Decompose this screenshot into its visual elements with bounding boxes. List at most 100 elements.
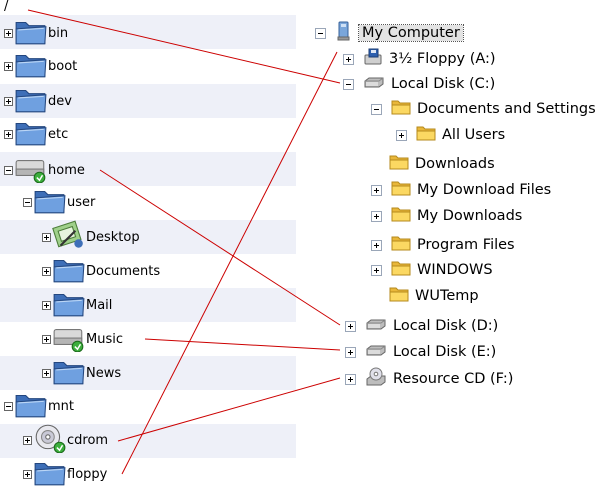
expand-icon[interactable] [345,346,356,358]
left-tree-label: cdrom [67,432,109,448]
folder-icon [391,99,411,119]
cd-drive-icon [365,367,387,391]
expand-icon[interactable] [371,210,382,222]
right-tree-item-local-disk-d[interactable]: Local Disk (D:) [345,314,498,338]
expand-icon[interactable] [4,96,13,106]
left-tree-item-bin[interactable]: bin [4,17,68,49]
collapse-icon[interactable] [4,165,13,175]
drive-icon [14,153,48,187]
right-tree-label: 3½ Floppy (A:) [389,51,496,67]
folder-icon [389,154,409,174]
left-tree-item-documents[interactable]: Documents [42,255,160,287]
folder-icon [14,117,48,151]
collapse-icon[interactable] [371,103,382,115]
left-tree-label: Desktop [86,229,140,245]
left-tree-item-home[interactable]: home [4,154,85,186]
expand-icon[interactable] [42,368,51,378]
right-tree-item-all-users[interactable]: All Users [396,123,505,147]
expand-icon[interactable] [23,435,32,445]
right-tree-label: My Downloads [417,208,523,224]
right-tree-label: My Download Files [417,182,552,198]
right-tree-label: My Computer [358,24,464,42]
right-tree-item-local-disk-e[interactable]: Local Disk (E:) [345,340,496,364]
left-tree-item-etc[interactable]: etc [4,118,68,150]
left-tree-item-user[interactable]: user [23,186,95,218]
right-tree-label: Local Disk (C:) [391,76,496,92]
right-tree-label: Local Disk (E:) [393,344,497,360]
collapse-icon[interactable] [4,401,13,411]
right-tree-item-my-computer[interactable]: My Computer [315,21,464,45]
left-tree-label: etc [48,126,69,142]
left-tree-item-mnt[interactable]: mnt [4,390,74,422]
right-tree-item-3-floppy-a[interactable]: 3½ Floppy (A:) [343,47,496,71]
expand-icon[interactable] [371,264,382,276]
right-tree-item-wutemp[interactable]: WUTemp [389,284,479,308]
expand-icon[interactable] [371,239,382,251]
collapse-icon[interactable] [343,78,354,90]
desktop-icon [52,220,86,254]
left-tree-item-mail[interactable]: Mail [42,289,112,321]
left-tree-item-news[interactable]: News [42,357,121,389]
left-tree-item-music[interactable]: Music [42,323,123,355]
expand-icon[interactable] [23,469,32,479]
right-tree-label: Resource CD (F:) [393,371,514,387]
folder-icon [14,389,48,423]
expand-icon[interactable] [42,266,51,276]
right-tree-item-local-disk-c[interactable]: Local Disk (C:) [343,72,495,96]
folder-icon [14,16,48,50]
expand-icon[interactable] [4,28,13,38]
folder-icon [391,235,411,255]
expand-icon[interactable] [42,334,51,344]
left-tree-label: News [86,365,122,381]
right-tree-label: Downloads [415,156,495,172]
left-tree-item-boot[interactable]: boot [4,50,77,82]
left-tree-item-cdrom[interactable]: cdrom [23,424,108,456]
root-label: / [4,0,9,14]
folder-icon [391,260,411,280]
left-tree-label: floppy [67,466,108,482]
expand-icon[interactable] [42,232,51,242]
folder-icon [52,356,86,390]
folder-icon [391,206,411,226]
collapse-icon[interactable] [23,197,32,207]
right-tree-item-program-files[interactable]: Program Files [371,233,515,257]
left-tree-label: Mail [86,297,113,313]
expand-icon[interactable] [345,320,356,332]
folder-icon [52,288,86,322]
folder-icon [416,125,436,145]
floppy-icon [363,48,383,70]
right-tree-label: Documents and Settings [417,101,596,117]
computer-icon [335,21,353,45]
left-tree-label: mnt [48,398,74,414]
right-tree-label: WINDOWS [417,262,493,278]
expand-icon[interactable] [345,373,356,385]
expand-icon[interactable] [4,61,13,71]
folder-icon [33,185,67,219]
expand-icon[interactable] [371,184,382,196]
right-tree-label: All Users [442,127,506,143]
right-tree-item-windows[interactable]: WINDOWS [371,258,493,282]
folder-icon [391,180,411,200]
disk-icon [363,75,385,94]
right-tree-item-resource-cd-f[interactable]: Resource CD (F:) [345,367,513,391]
folder-icon [52,254,86,288]
cdrom-icon [33,423,67,457]
right-tree-item-my-downloads[interactable]: My Downloads [371,204,522,228]
expand-icon[interactable] [42,300,51,310]
left-tree-label: user [67,194,96,210]
right-tree-label: WUTemp [415,288,479,304]
right-tree-label: Program Files [417,237,515,253]
right-tree-item-downloads[interactable]: Downloads [389,152,495,176]
folder-icon [14,49,48,83]
left-tree-item-desktop[interactable]: Desktop [42,220,140,254]
drive-icon [52,322,86,356]
expand-icon[interactable] [396,129,407,141]
left-tree-item-dev[interactable]: dev [4,85,72,117]
right-tree-item-my-download-files[interactable]: My Download Files [371,178,551,202]
collapse-icon[interactable] [315,27,326,39]
expand-icon[interactable] [4,129,13,139]
left-tree-item-floppy[interactable]: floppy [23,458,107,490]
disk-icon [365,343,387,362]
expand-icon[interactable] [343,53,354,65]
right-tree-item-documents-and-settings[interactable]: Documents and Settings [371,97,596,121]
